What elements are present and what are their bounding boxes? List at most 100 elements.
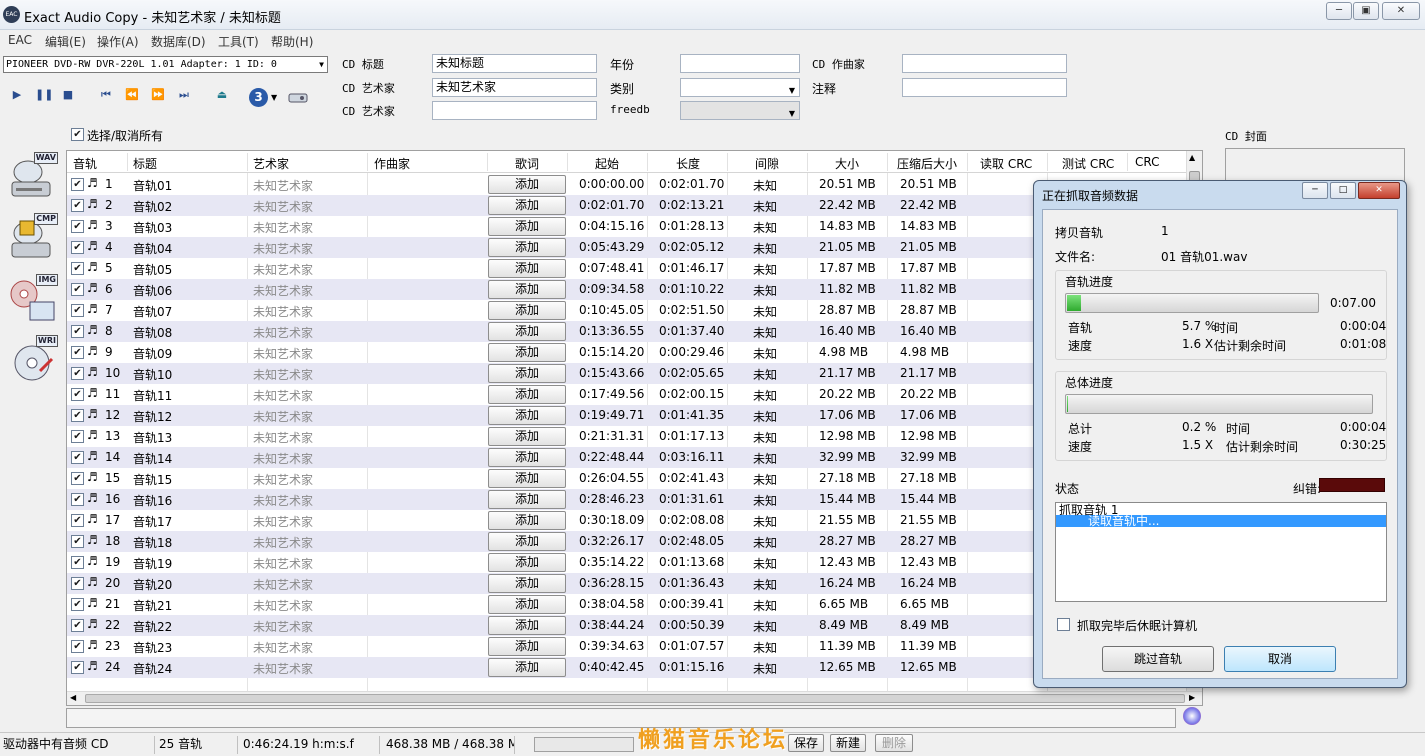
track-artist[interactable]: 未知艺术家 [253,282,313,299]
drive-badge-icon[interactable]: 3 [249,88,268,107]
table-row[interactable]: ✔ ♬ 9 音轨09 未知艺术家 添加 0:15:14.20 0:00:29.46 未知 4.98… [67,342,1187,363]
track-checkbox[interactable]: ✔ [71,409,84,422]
add-lyrics-button[interactable]: 添加 [488,553,566,572]
table-row[interactable]: ✔ ♬ 24 音轨24 未知艺术家 添加 0:40:42.45 0:01:15.16 未知 12.… [67,657,1187,678]
menu-tools[interactable]: 工具(T) [218,33,259,50]
track-artist[interactable]: 未知艺术家 [253,534,313,551]
maximize-button[interactable]: ▣ [1353,2,1379,20]
track-checkbox[interactable]: ✔ [71,199,84,212]
col-title[interactable]: 标题 [133,155,157,172]
table-row[interactable]: ✔ ♬ 2 音轨02 未知艺术家 添加 0:02:01.70 0:02:13.21 未知 22.4… [67,195,1187,216]
add-lyrics-button[interactable]: 添加 [488,616,566,635]
menu-eac[interactable]: EAC [8,33,32,47]
col-composer[interactable]: 作曲家 [374,155,410,172]
add-lyrics-button[interactable]: 添加 [488,175,566,194]
comment-field[interactable] [902,78,1067,97]
status-line-selected[interactable]: 读取音轨中... [1056,515,1386,527]
track-title[interactable]: 音轨06 [133,282,172,299]
add-lyrics-button[interactable]: 添加 [488,280,566,299]
track-artist[interactable]: 未知艺术家 [253,597,313,614]
table-row[interactable]: ✔ ♬ 10 音轨10 未知艺术家 添加 0:15:43.66 0:02:05.65 未知 21.… [67,363,1187,384]
add-lyrics-button[interactable]: 添加 [488,322,566,341]
scroll-up-icon[interactable]: ▲ [1189,153,1195,162]
scroll-left-icon[interactable]: ◀ [70,693,76,702]
add-lyrics-button[interactable]: 添加 [488,406,566,425]
track-checkbox[interactable]: ✔ [71,178,84,191]
table-row[interactable]: ✔ ♬ 16 音轨16 未知艺术家 添加 0:28:46.23 0:01:31.61 未知 15.… [67,489,1187,510]
table-row[interactable]: ✔ ♬ 14 音轨14 未知艺术家 添加 0:22:48.44 0:03:16.11 未知 32.… [67,447,1187,468]
table-row[interactable]: ✔ ♬ 5 音轨05 未知艺术家 添加 0:07:48.41 0:01:46.17 未知 17.8… [67,258,1187,279]
track-checkbox[interactable]: ✔ [71,220,84,233]
track-title[interactable]: 音轨01 [133,177,172,194]
track-checkbox[interactable]: ✔ [71,535,84,548]
track-artist[interactable]: 未知艺术家 [253,576,313,593]
track-checkbox[interactable]: ✔ [71,661,84,674]
col-compressed-size[interactable]: 压缩后大小 [897,155,957,172]
track-title[interactable]: 音轨12 [133,408,172,425]
copy-wav-button[interactable]: WAV [6,152,58,204]
col-lyrics[interactable]: 歌词 [515,155,539,172]
table-row[interactable]: ✔ ♬ 3 音轨03 未知艺术家 添加 0:04:15.16 0:01:28.13 未知 14.8… [67,216,1187,237]
col-artist[interactable]: 艺术家 [253,155,289,172]
add-lyrics-button[interactable]: 添加 [488,238,566,257]
track-artist[interactable]: 未知艺术家 [253,408,313,425]
new-button[interactable]: 新建 [830,734,866,752]
track-checkbox[interactable]: ✔ [71,262,84,275]
col-gap[interactable]: 间隙 [755,155,779,172]
dialog-minimize-button[interactable]: ─ [1302,182,1328,199]
freedb-select[interactable]: ▼ [680,101,800,120]
col-crc[interactable]: CRC [1135,155,1160,169]
track-artist[interactable]: 未知艺术家 [253,492,313,509]
track-artist[interactable]: 未知艺术家 [253,660,313,677]
col-start[interactable]: 起始 [595,155,619,172]
track-artist[interactable]: 未知艺术家 [253,240,313,257]
track-checkbox[interactable]: ✔ [71,430,84,443]
play-icon[interactable]: ▶ [10,88,24,102]
track-artist[interactable]: 未知艺术家 [253,513,313,530]
close-button[interactable]: ✕ [1382,2,1420,20]
rewind-icon[interactable]: ⏪ [125,88,139,102]
track-checkbox[interactable]: ✔ [71,556,84,569]
track-title[interactable]: 音轨16 [133,492,172,509]
select-all-checkbox[interactable]: ✔ [71,128,84,141]
track-checkbox[interactable]: ✔ [71,367,84,380]
add-lyrics-button[interactable]: 添加 [488,427,566,446]
track-checkbox[interactable]: ✔ [71,451,84,464]
track-artist[interactable]: 未知艺术家 [253,555,313,572]
add-lyrics-button[interactable]: 添加 [488,343,566,362]
delete-button[interactable]: 删除 [875,734,913,752]
table-row[interactable]: ✔ ♬ 1 音轨01 未知艺术家 添加 0:00:00.00 0:02:01.70 未知 20.5… [67,174,1187,195]
table-row[interactable]: ✔ ♬ 20 音轨20 未知艺术家 添加 0:36:28.15 0:01:36.43 未知 16.… [67,573,1187,594]
copy-compressed-button[interactable]: CMP [6,213,58,265]
track-artist[interactable]: 未知艺术家 [253,450,313,467]
track-title[interactable]: 音轨18 [133,534,172,551]
track-title[interactable]: 音轨23 [133,639,172,656]
cd-artist2-field[interactable] [432,101,597,120]
table-row[interactable]: ✔ ♬ 18 音轨18 未知艺术家 添加 0:32:26.17 0:02:48.05 未知 28.… [67,531,1187,552]
track-title[interactable]: 音轨15 [133,471,172,488]
stop-icon[interactable]: ■ [61,88,75,102]
first-track-icon[interactable]: ⏮ [99,88,113,102]
col-read-crc[interactable]: 读取 CRC [980,155,1032,172]
track-title[interactable]: 音轨21 [133,597,172,614]
track-title[interactable]: 音轨20 [133,576,172,593]
chevron-down-icon[interactable]: ▼ [271,93,277,102]
track-checkbox[interactable]: ✔ [71,325,84,338]
track-checkbox[interactable]: ✔ [71,472,84,485]
cd-title-field[interactable]: 未知标题 [432,54,597,73]
track-checkbox[interactable]: ✔ [71,514,84,527]
track-checkbox[interactable]: ✔ [71,598,84,611]
track-title[interactable]: 音轨02 [133,198,172,215]
track-title[interactable]: 音轨11 [133,387,172,404]
track-checkbox[interactable]: ✔ [71,577,84,590]
add-lyrics-button[interactable]: 添加 [488,595,566,614]
track-title[interactable]: 音轨04 [133,240,172,257]
minimize-button[interactable]: ─ [1326,2,1352,20]
genre-select[interactable]: ▼ [680,78,800,97]
add-lyrics-button[interactable]: 添加 [488,637,566,656]
track-checkbox[interactable]: ✔ [71,619,84,632]
table-row[interactable]: ✔ ♬ 11 音轨11 未知艺术家 添加 0:17:49.56 0:02:00.15 未知 20.… [67,384,1187,405]
track-checkbox[interactable]: ✔ [71,283,84,296]
table-row[interactable]: ✔ ♬ 23 音轨23 未知艺术家 添加 0:39:34.63 0:01:07.57 未知 11.… [67,636,1187,657]
track-artist[interactable]: 未知艺术家 [253,429,313,446]
